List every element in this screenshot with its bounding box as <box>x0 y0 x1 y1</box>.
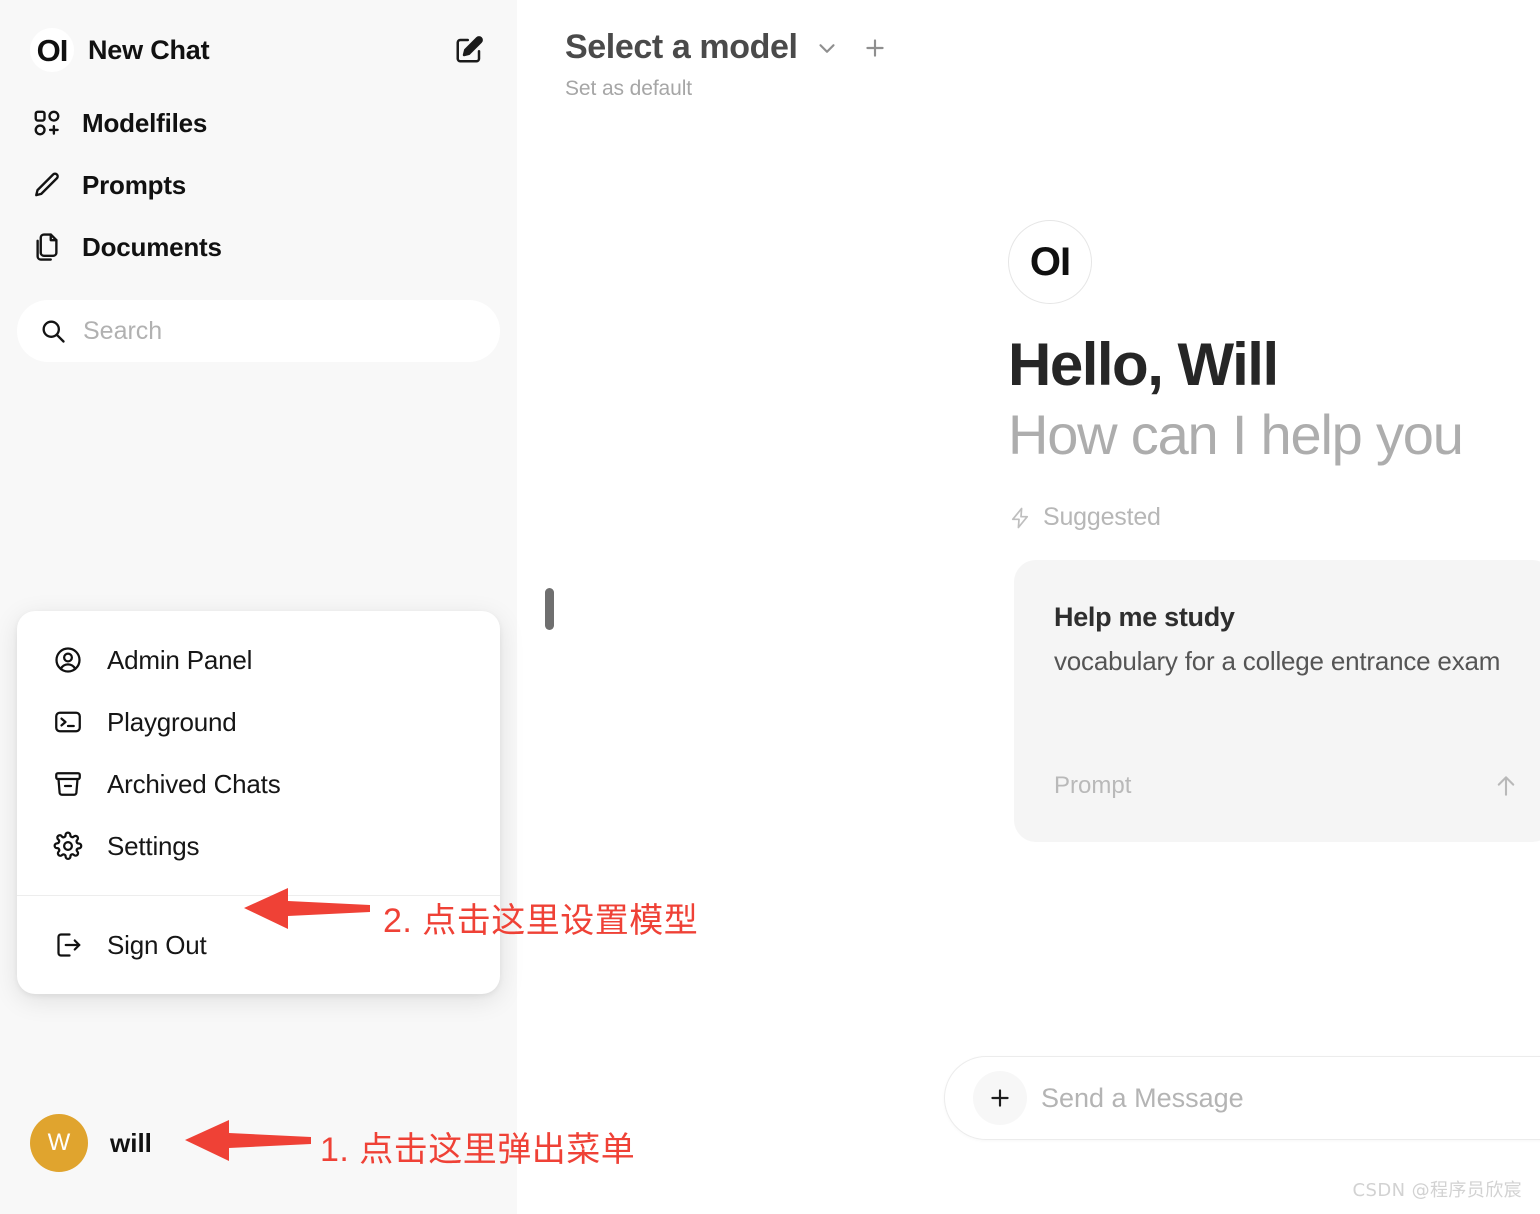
model-header: Select a model Set as default <box>565 28 888 101</box>
menu-item-label: Playground <box>107 706 237 737</box>
annotation-text-step-2: 2. 点击这里设置模型 <box>383 902 699 940</box>
edit-square-icon[interactable] <box>449 30 489 70</box>
sidebar-nav: Modelfiles Prompts Documents <box>20 92 497 278</box>
avatar-initial: W <box>47 1129 71 1156</box>
annotation-arrow-step-2 <box>244 888 370 929</box>
search-input[interactable] <box>83 316 478 346</box>
annotation-text-step-1: 1. 点击这里弹出菜单 <box>320 1131 636 1169</box>
main-content: Select a model Set as default OI Hello, … <box>517 0 1540 1214</box>
suggested-prompt-card[interactable]: Help me study vocabulary for a college e… <box>1014 560 1540 842</box>
menu-item-label: Sign Out <box>107 929 207 960</box>
menu-item-settings[interactable]: Settings <box>17 815 500 877</box>
suggested-header: Suggested <box>1008 503 1161 532</box>
search-box[interactable] <box>17 300 500 362</box>
modelfiles-grid-plus-icon <box>32 108 74 138</box>
avatar: W <box>30 1114 88 1172</box>
menu-item-archived-chats[interactable]: Archived Chats <box>17 753 500 815</box>
sidebar-item-modelfiles[interactable]: Modelfiles <box>20 92 497 154</box>
greeting-block: OI Hello, Will How can I help you <box>1008 220 1540 469</box>
user-profile-button[interactable]: W will <box>20 1108 162 1178</box>
suggested-card-footer: Prompt <box>1054 772 1520 800</box>
greeting-hello: Hello, Will <box>1008 331 1279 398</box>
pencil-icon <box>32 170 74 200</box>
suggested-label: Suggested <box>1043 503 1161 531</box>
sign-out-icon <box>53 930 107 960</box>
terminal-icon <box>53 707 107 737</box>
menu-item-playground[interactable]: Playground <box>17 691 500 753</box>
sidebar: OI New Chat Modelfiles Prompts Documents… <box>0 0 517 1214</box>
new-chat-button[interactable]: OI New Chat <box>20 22 497 78</box>
user-menu-group-primary: Admin Panel Playground Archived Chats Se… <box>17 611 500 895</box>
gear-icon <box>53 831 107 861</box>
set-as-default-button[interactable]: Set as default <box>565 77 888 101</box>
add-model-icon[interactable] <box>862 35 888 61</box>
new-chat-label: New Chat <box>88 34 210 65</box>
sidebar-top: OI New Chat Modelfiles Prompts Documents <box>0 0 517 278</box>
suggested-card-footer-label: Prompt <box>1054 772 1132 799</box>
suggested-card-description: vocabulary for a college entrance exam <box>1054 646 1501 676</box>
user-circle-icon <box>53 645 107 675</box>
model-selector-label: Select a model <box>565 28 798 66</box>
sidebar-item-label: Modelfiles <box>82 107 208 138</box>
app-root: OI New Chat Modelfiles Prompts Documents… <box>0 0 1540 1214</box>
menu-item-label: Settings <box>107 830 200 861</box>
attach-plus-icon[interactable] <box>973 1071 1027 1125</box>
sidebar-item-prompts[interactable]: Prompts <box>20 154 497 216</box>
app-logo-icon: OI <box>30 28 74 72</box>
search-icon <box>39 317 67 345</box>
suggested-card-title: Help me study <box>1054 602 1235 632</box>
watermark: CSDN @程序员欣宸 <box>1352 1180 1522 1201</box>
greeting-logo-text: OI <box>1029 240 1071 284</box>
chevron-down-icon[interactable] <box>814 35 840 61</box>
archive-box-icon <box>53 769 107 799</box>
greeting-subtitle: How can I help you <box>1008 402 1464 466</box>
annotation-arrow-step-1 <box>185 1120 311 1161</box>
greeting-logo-icon: OI <box>1008 220 1092 304</box>
message-input[interactable] <box>1041 1082 1540 1114</box>
menu-item-admin-panel[interactable]: Admin Panel <box>17 629 500 691</box>
sidebar-item-documents[interactable]: Documents <box>20 216 497 278</box>
arrow-up-icon[interactable] <box>1492 772 1520 800</box>
model-selector[interactable]: Select a model <box>565 28 888 67</box>
app-logo-text: OI <box>36 32 69 68</box>
sidebar-item-label: Prompts <box>82 169 187 200</box>
menu-item-label: Archived Chats <box>107 768 281 799</box>
lightning-bolt-icon <box>1008 506 1032 530</box>
documents-copy-icon <box>32 232 74 262</box>
sidebar-resize-handle[interactable] <box>545 588 554 630</box>
message-composer[interactable] <box>944 1056 1540 1140</box>
user-name: will <box>110 1127 152 1158</box>
menu-item-label: Admin Panel <box>107 644 253 675</box>
sidebar-item-label: Documents <box>82 231 222 262</box>
